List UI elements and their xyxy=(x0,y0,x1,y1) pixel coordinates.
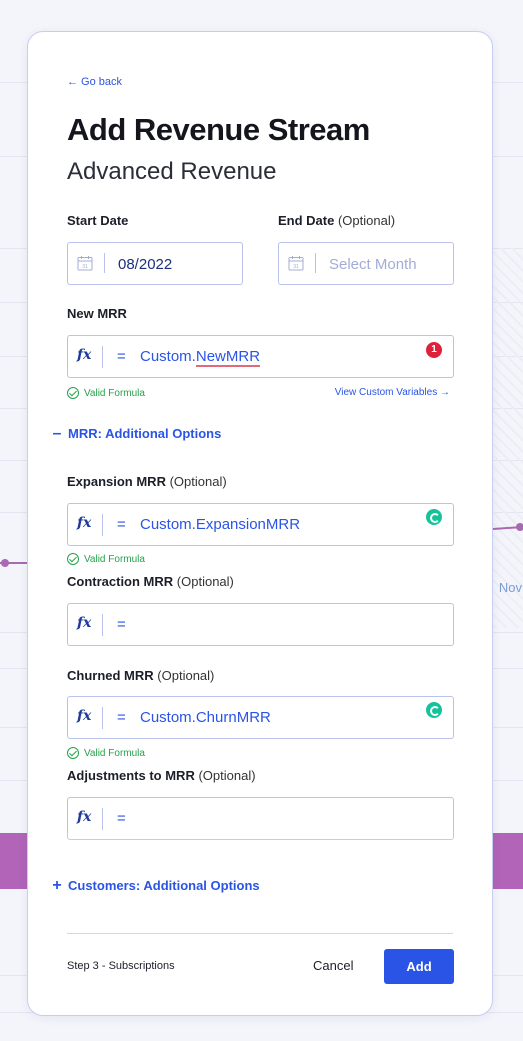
fx-icon: fx xyxy=(77,708,92,724)
bg-chart-point xyxy=(516,523,523,531)
expansion-mrr-formula-input[interactable]: fx = Custom.ExpansionMRR xyxy=(67,503,454,546)
equals-sign: = xyxy=(117,616,126,633)
fx-icon: fx xyxy=(77,347,92,363)
customers-additional-options-label: Customers: Additional Options xyxy=(68,878,260,893)
valid-formula-text: Valid Formula xyxy=(84,388,145,399)
end-date-label-text: End Date xyxy=(278,213,335,228)
end-date-label: End Date (Optional) xyxy=(278,213,395,228)
start-date-label: Start Date xyxy=(67,213,129,228)
end-date-field[interactable]: 31 Select Month xyxy=(278,242,454,285)
view-custom-variables-link[interactable]: View Custom Variables → xyxy=(335,387,450,398)
expansion-mrr-formula: Custom.ExpansionMRR xyxy=(140,516,301,533)
valid-formula-status: Valid Formula xyxy=(67,387,145,399)
field-separator xyxy=(315,253,316,273)
churned-mrr-formula: Custom.ChurnMRR xyxy=(140,709,271,726)
check-circle-icon xyxy=(67,747,79,759)
bg-chart-point xyxy=(1,559,9,567)
expansion-mrr-label-text: Expansion MRR xyxy=(67,474,166,489)
new-mrr-formula-input[interactable]: fx = Custom.NewMRR 1 xyxy=(67,335,454,378)
check-circle-icon xyxy=(67,553,79,565)
collapse-icon: – xyxy=(52,425,62,442)
valid-formula-status: Valid Formula xyxy=(67,553,145,565)
customers-additional-options-toggle[interactable]: + Customers: Additional Options xyxy=(52,877,260,895)
field-separator xyxy=(102,514,103,536)
adjustments-mrr-label: Adjustments to MRR (Optional) xyxy=(67,768,256,783)
grammarly-icon[interactable] xyxy=(426,509,442,525)
calendar-icon: 31 xyxy=(77,256,93,271)
calendar-icon: 31 xyxy=(288,256,304,271)
equals-sign: = xyxy=(117,709,126,726)
step-indicator: Step 3 - Subscriptions xyxy=(67,960,175,972)
churned-mrr-formula-input[interactable]: fx = Custom.ChurnMRR xyxy=(67,696,454,739)
equals-sign: = xyxy=(117,516,126,533)
end-date-placeholder: Select Month xyxy=(329,256,417,273)
formula-prefix: Custom. xyxy=(140,348,196,365)
optional-tag: (Optional) xyxy=(198,768,256,783)
churned-mrr-label-text: Churned MRR xyxy=(67,668,154,683)
expansion-mrr-label: Expansion MRR (Optional) xyxy=(67,474,227,489)
cancel-button[interactable]: Cancel xyxy=(313,958,353,973)
valid-formula-text: Valid Formula xyxy=(84,554,145,565)
mrr-additional-options-toggle[interactable]: – MRR: Additional Options xyxy=(52,425,222,443)
modal-title: Add Revenue Stream xyxy=(67,112,370,147)
optional-tag: (Optional) xyxy=(337,213,396,228)
optional-tag: (Optional) xyxy=(176,574,234,589)
equals-sign: = xyxy=(117,810,126,827)
add-revenue-stream-modal: ← Go back Add Revenue Stream Advanced Re… xyxy=(27,31,493,1016)
fx-icon: fx xyxy=(77,615,92,631)
formula-variable-error: NewMRR xyxy=(195,348,261,367)
contraction-mrr-label-text: Contraction MRR xyxy=(67,574,174,589)
contraction-mrr-label: Contraction MRR (Optional) xyxy=(67,574,234,589)
svg-text:31: 31 xyxy=(293,264,299,270)
field-separator xyxy=(102,346,103,368)
contraction-mrr-formula-input[interactable]: fx = xyxy=(67,603,454,646)
field-separator xyxy=(102,707,103,729)
mrr-additional-options-label: MRR: Additional Options xyxy=(68,426,222,441)
adjustments-mrr-formula-input[interactable]: fx = xyxy=(67,797,454,840)
field-separator xyxy=(102,614,103,636)
new-mrr-formula: Custom.NewMRR xyxy=(140,348,261,367)
equals-sign: = xyxy=(117,348,126,365)
modal-subtitle: Advanced Revenue xyxy=(67,158,277,185)
start-date-field[interactable]: 31 08/2022 xyxy=(67,242,243,285)
valid-formula-text: Valid Formula xyxy=(84,748,145,759)
check-circle-icon xyxy=(67,387,79,399)
go-back-link[interactable]: ← Go back xyxy=(67,76,122,88)
footer-divider xyxy=(67,933,453,934)
fx-icon: fx xyxy=(77,515,92,531)
field-separator xyxy=(102,808,103,830)
add-button[interactable]: Add xyxy=(384,949,454,984)
field-separator xyxy=(104,253,105,273)
start-date-value: 08/2022 xyxy=(118,256,173,273)
new-mrr-label: New MRR xyxy=(67,306,127,321)
optional-tag: (Optional) xyxy=(157,668,215,683)
adjustments-mrr-label-text: Adjustments to MRR xyxy=(67,768,195,783)
valid-formula-status: Valid Formula xyxy=(67,747,145,759)
optional-tag: (Optional) xyxy=(169,474,227,489)
grammarly-icon[interactable] xyxy=(426,702,442,718)
bg-axis-label: Nov xyxy=(498,580,522,595)
churned-mrr-label: Churned MRR (Optional) xyxy=(67,668,214,683)
svg-text:31: 31 xyxy=(82,264,88,270)
fx-icon: fx xyxy=(77,809,92,825)
error-count-badge[interactable]: 1 xyxy=(426,342,442,358)
expand-icon: + xyxy=(52,877,62,894)
